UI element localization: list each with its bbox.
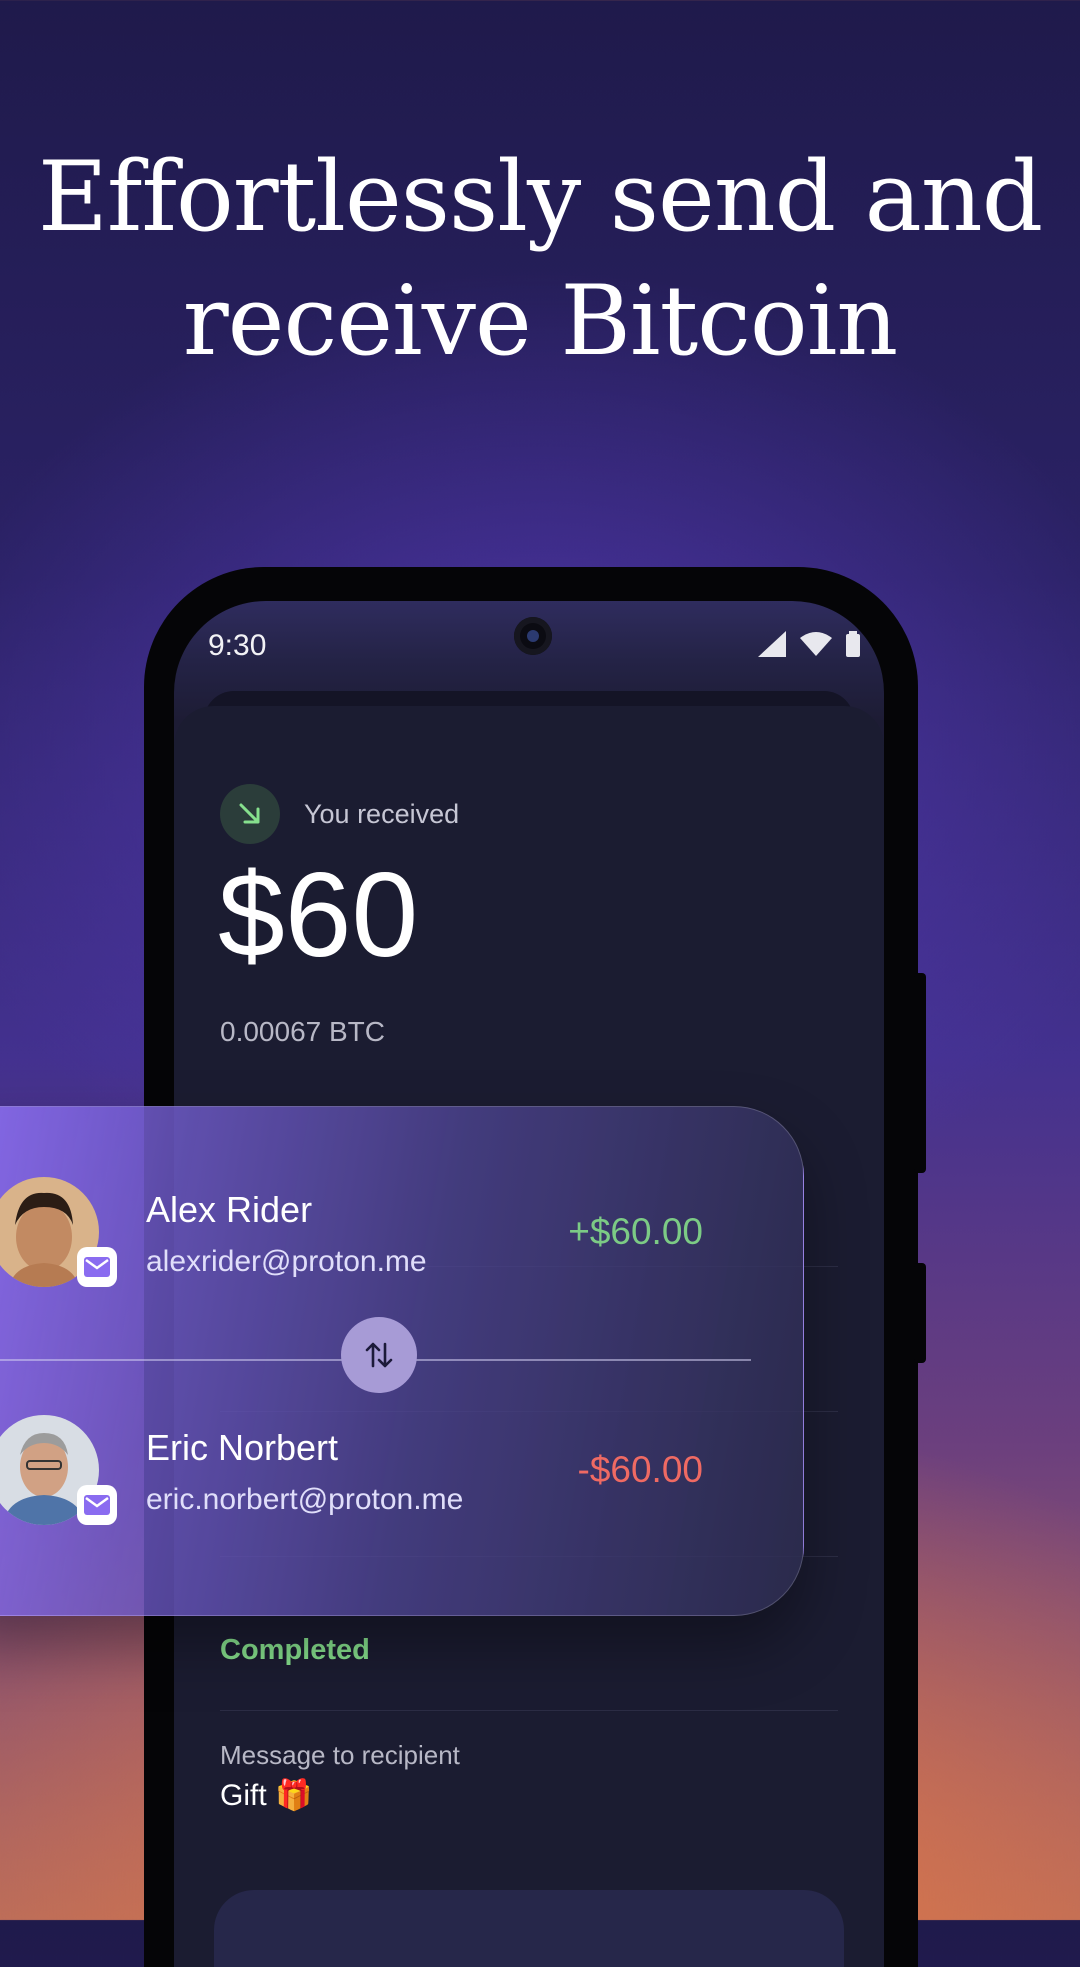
bottom-action-button[interactable] [214,1890,844,1967]
mail-icon [77,1247,117,1287]
arrow-down-right-icon [220,784,280,844]
sender-email: alexrider@proton.me [146,1245,427,1278]
status-bar: 9:30 [174,601,884,691]
recipient-name: Eric Norbert [146,1427,339,1468]
status-time: 9:30 [208,629,267,662]
recipient-amount: -$60.00 [577,1449,704,1490]
sender-amount: +$60.00 [568,1211,703,1252]
recipient-row[interactable]: Eric Norbert eric.norbert@proton.me -$60… [0,1397,803,1537]
headline: Effortlessly send and receive Bitcoin [0,135,1080,383]
phone-power-button [914,1263,926,1363]
headline-line-1: Effortlessly send and [37,141,1043,253]
battery-icon [846,631,860,657]
btc-amount: 0.00067 BTC [220,1016,385,1047]
recipient-email: eric.norbert@proton.me [146,1483,464,1516]
received-label: You received [304,798,460,829]
received-header: You received [220,784,459,844]
phone-volume-button [914,973,926,1173]
headline-line-2: receive Bitcoin [182,265,898,377]
transaction-amount: $60 [218,848,419,982]
signal-icon [758,631,786,657]
transfer-card: Alex Rider alexrider@proton.me +$60.00 E… [0,1106,804,1616]
wifi-icon [800,632,832,656]
mail-icon [77,1485,117,1525]
status-icons [758,631,860,657]
sender-name: Alex Rider [146,1189,313,1230]
sender-row[interactable]: Alex Rider alexrider@proton.me +$60.00 [0,1159,803,1299]
message-value: Gift 🎁 [220,1779,313,1812]
status-completed: Completed [220,1634,370,1666]
message-label: Message to recipient [220,1740,460,1770]
front-camera [514,617,552,655]
divider [220,1710,838,1711]
swap-vertical-icon[interactable] [341,1317,417,1393]
